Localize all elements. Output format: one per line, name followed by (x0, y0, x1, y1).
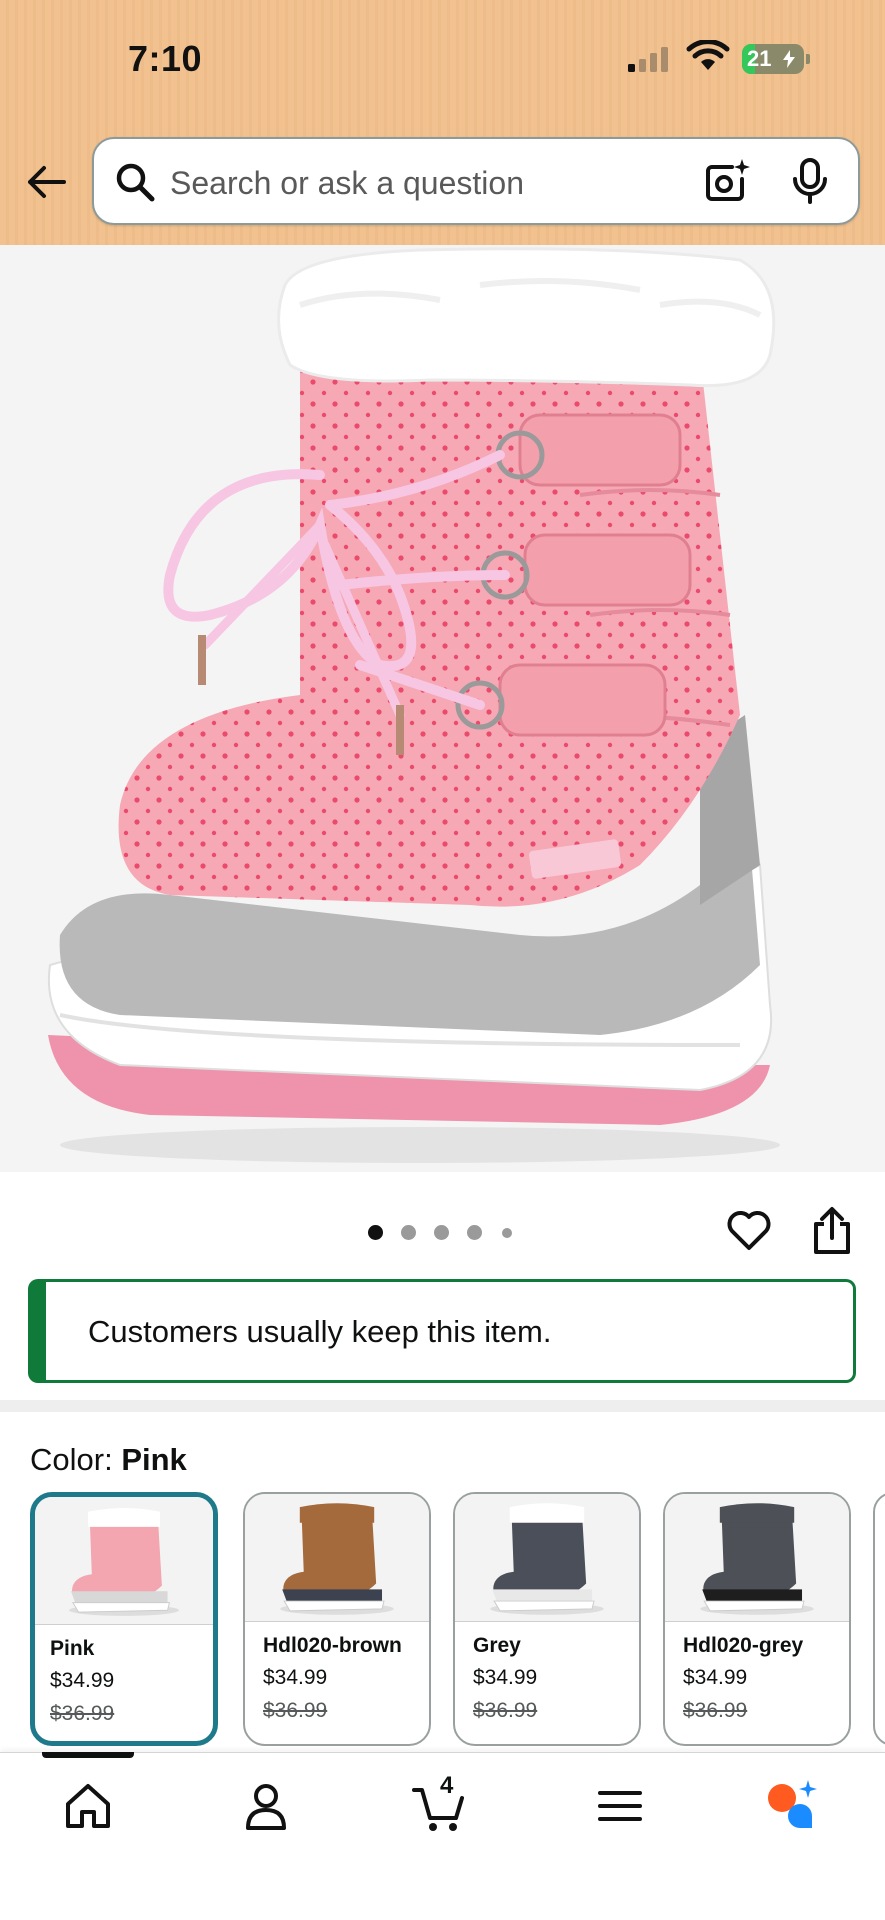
color-option-list-price: $36.99 (50, 1702, 115, 1725)
color-option-name: Hdl020-grey (683, 1634, 804, 1657)
carousel-dot[interactable] (368, 1225, 383, 1240)
color-option-list-price: $36.99 (683, 1699, 748, 1722)
battery-percent: 21 (747, 46, 772, 71)
color-option-hdl020-grey[interactable]: Hdl020-grey $34.99 $36.99 (663, 1492, 851, 1746)
color-option-hdl020-brown[interactable]: Hdl020-brown $34.99 $36.99 (243, 1492, 431, 1746)
color-label: Color: Pink (30, 1442, 187, 1478)
search-icon (116, 163, 155, 202)
carousel-dot[interactable] (467, 1225, 482, 1240)
color-option-grey[interactable]: Grey $34.99 $36.99 (453, 1492, 641, 1746)
section-divider (0, 1400, 885, 1412)
carousel-dot[interactable] (434, 1225, 449, 1240)
battery-tip (806, 54, 810, 64)
account-icon[interactable] (236, 1776, 296, 1836)
cart-button[interactable]: 4 (410, 1772, 470, 1836)
app-header: 7:10 21 Search or ask a question (0, 0, 885, 245)
share-icon[interactable] (810, 1206, 854, 1256)
color-option-list-price: $36.99 (263, 1699, 328, 1722)
cellular-signal-icon (628, 47, 668, 72)
color-option-list-price: $36.99 (473, 1699, 538, 1722)
color-option-pink[interactable]: Pink $34.99 $36.99 (30, 1492, 218, 1746)
color-option-thumbnail (245, 1494, 429, 1622)
charging-bolt-icon (783, 50, 795, 68)
microphone-icon[interactable] (790, 157, 830, 205)
product-image-carousel[interactable] (0, 245, 885, 1172)
color-option-thumbnail (35, 1497, 213, 1625)
color-option-price: $34.99 (50, 1669, 115, 1692)
status-time: 7:10 (128, 38, 203, 79)
color-option-thumbnail (665, 1494, 849, 1622)
banner-text: Customers usually keep this item. (88, 1314, 552, 1349)
color-option-more[interactable] (873, 1492, 885, 1746)
heart-icon[interactable] (726, 1208, 772, 1252)
back-arrow-icon[interactable] (24, 160, 68, 204)
color-option-price: $34.99 (473, 1666, 538, 1689)
home-icon[interactable] (58, 1776, 118, 1836)
active-tab-indicator (42, 1752, 134, 1758)
carousel-dot[interactable] (401, 1225, 416, 1240)
color-label-prefix: Color: (30, 1442, 113, 1477)
cart-count: 4 (440, 1772, 454, 1799)
color-option-name: Hdl020-brown (263, 1634, 402, 1657)
selected-color-name: Pink (121, 1442, 187, 1477)
wifi-icon (686, 40, 730, 70)
carousel-dot[interactable] (502, 1228, 512, 1238)
color-option-name: Pink (50, 1637, 95, 1660)
menu-icon[interactable] (590, 1776, 650, 1836)
search-bar[interactable]: Search or ask a question (92, 137, 860, 225)
camera-search-icon[interactable] (702, 157, 750, 205)
color-option-thumbnail (455, 1494, 639, 1622)
color-option-price: $34.99 (263, 1666, 328, 1689)
color-option-name: Grey (473, 1634, 521, 1657)
color-option-price: $34.99 (683, 1666, 748, 1689)
rufus-assistant-icon[interactable] (762, 1776, 822, 1836)
product-image-pink-snow-boot (47, 247, 780, 1163)
battery-indicator: 21 (742, 44, 804, 74)
search-placeholder[interactable]: Search or ask a question (170, 165, 524, 202)
customers-keep-banner: Customers usually keep this item. (28, 1279, 856, 1383)
